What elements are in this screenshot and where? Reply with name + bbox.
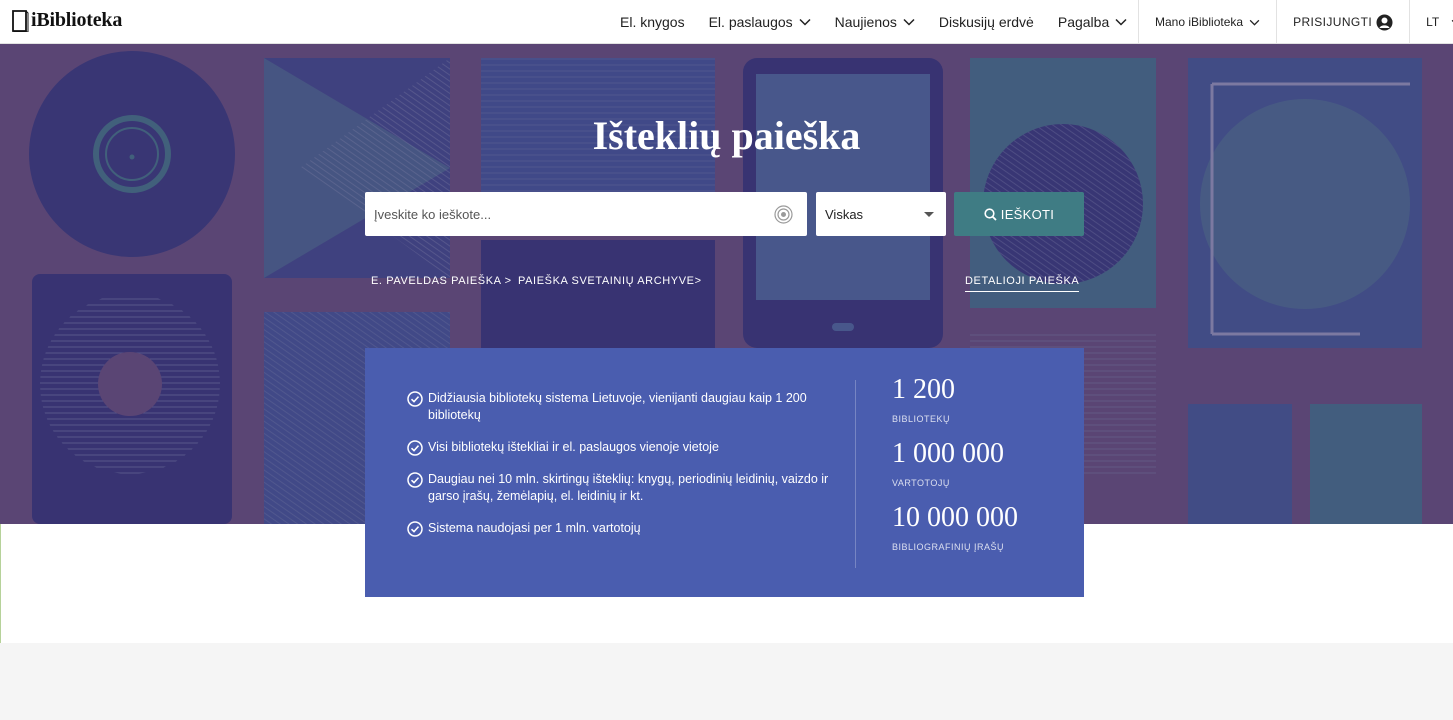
bottom-section	[0, 643, 1453, 720]
feature-text: Sistema naudojasi per 1 mln. vartotojų	[428, 521, 641, 535]
stat-value: 1 200	[892, 374, 955, 405]
search-scope-select[interactable]: Viskas	[816, 192, 946, 236]
user-icon	[1376, 14, 1393, 30]
logo-text: iBiblioteka	[31, 9, 123, 31]
search-box	[365, 192, 807, 236]
search-input[interactable]	[365, 206, 755, 222]
chevron-down-icon	[799, 18, 811, 26]
nav-label: Naujienos	[834, 14, 897, 30]
main-nav: El. knygos El. paslaugos Naujienos Disku…	[620, 0, 1151, 44]
epaveldas-search-link[interactable]: E. PAVELDAS PAIEŠKA >	[371, 275, 512, 287]
left-edge-line	[0, 524, 1, 643]
stat-libraries: 1 200 BIBLIOTEKŲ	[892, 374, 1018, 424]
stat-label: VARTOTOJŲ	[892, 478, 950, 488]
feature-list: Didžiausia bibliotekų sistema Lietuvoje,…	[407, 390, 837, 552]
target-icon[interactable]	[774, 205, 793, 224]
nav-label: El. knygos	[620, 14, 685, 30]
login-button[interactable]: PRISIJUNGTI	[1276, 0, 1409, 44]
chevron-down-icon	[1115, 18, 1127, 26]
feature-item: Sistema naudojasi per 1 mln. vartotojų	[407, 520, 837, 537]
nav-label: Diskusijų erdvė	[938, 14, 1034, 30]
header-account-group: Mano iBiblioteka PRISIJUNGTI LT	[1138, 0, 1453, 44]
nav-label: El. paslaugos	[708, 14, 793, 30]
info-panel: Didžiausia bibliotekų sistema Lietuvoje,…	[365, 348, 1084, 597]
search-button[interactable]: IEŠKOTI	[954, 192, 1084, 236]
account-label: Mano iBiblioteka	[1155, 15, 1244, 29]
stat-value: 1 000 000	[892, 438, 1004, 469]
feature-text: Visi bibliotekų ištekliai ir el. paslaug…	[428, 440, 719, 454]
check-circle-icon	[407, 440, 423, 456]
detailed-search-link[interactable]: DETALIOJI PAIEŠKA	[965, 275, 1080, 292]
language-label: LT	[1426, 15, 1440, 29]
search-button-label: IEŠKOTI	[1000, 206, 1055, 222]
login-label: PRISIJUNGTI	[1293, 15, 1373, 29]
chevron-down-icon	[903, 18, 915, 26]
language-selector[interactable]: LT	[1409, 0, 1453, 44]
web-archive-search-link[interactable]: PAIEŠKA SVETAINIŲ ARCHYVE>	[518, 275, 702, 287]
site-logo[interactable]: iBiblioteka	[11, 9, 122, 32]
nav-item-pagalba[interactable]: Pagalba	[1058, 14, 1127, 30]
feature-item: Didžiausia bibliotekų sistema Lietuvoje,…	[407, 390, 837, 424]
nav-item-el-knygos[interactable]: El. knygos	[620, 14, 685, 30]
stat-label: BIBLIOGRAFINIŲ ĮRAŠŲ	[892, 542, 1005, 552]
info-divider	[855, 380, 856, 568]
check-circle-icon	[407, 391, 423, 407]
feature-item: Visi bibliotekų ištekliai ir el. paslaug…	[407, 439, 837, 456]
scope-selected-value: Viskas	[825, 206, 864, 222]
check-circle-icon	[407, 472, 423, 488]
feature-text: Daugiau nei 10 mln. skirtingų išteklių: …	[428, 472, 829, 503]
nav-item-el-paslaugos[interactable]: El. paslaugos	[709, 14, 811, 30]
stat-records: 10 000 000 BIBLIOGRAFINIŲ ĮRAŠŲ	[892, 502, 1018, 552]
caret-down-icon	[924, 212, 934, 217]
chevron-down-icon	[1249, 19, 1260, 26]
page-title: Išteklių paieška	[592, 113, 861, 158]
nav-label: Pagalba	[1057, 14, 1110, 30]
stat-value: 10 000 000	[892, 502, 1018, 533]
book-logo-icon	[11, 9, 29, 32]
top-header: iBiblioteka El. knygos El. paslaugos Nau…	[0, 0, 1453, 44]
stat-label: BIBLIOTEKŲ	[892, 414, 951, 424]
stats-list: 1 200 BIBLIOTEKŲ 1 000 000 VARTOTOJŲ 10 …	[892, 374, 1018, 566]
search-icon	[984, 207, 997, 221]
feature-text: Didžiausia bibliotekų sistema Lietuvoje,…	[428, 391, 807, 422]
feature-item: Daugiau nei 10 mln. skirtingų išteklių: …	[407, 471, 837, 505]
my-ibiblioteka-menu[interactable]: Mano iBiblioteka	[1138, 0, 1276, 44]
nav-item-diskusiju-erdve[interactable]: Diskusijų erdvė	[939, 14, 1034, 30]
nav-item-naujienos[interactable]: Naujienos	[835, 14, 915, 30]
check-circle-icon	[407, 521, 423, 537]
stat-users: 1 000 000 VARTOTOJŲ	[892, 438, 1018, 488]
